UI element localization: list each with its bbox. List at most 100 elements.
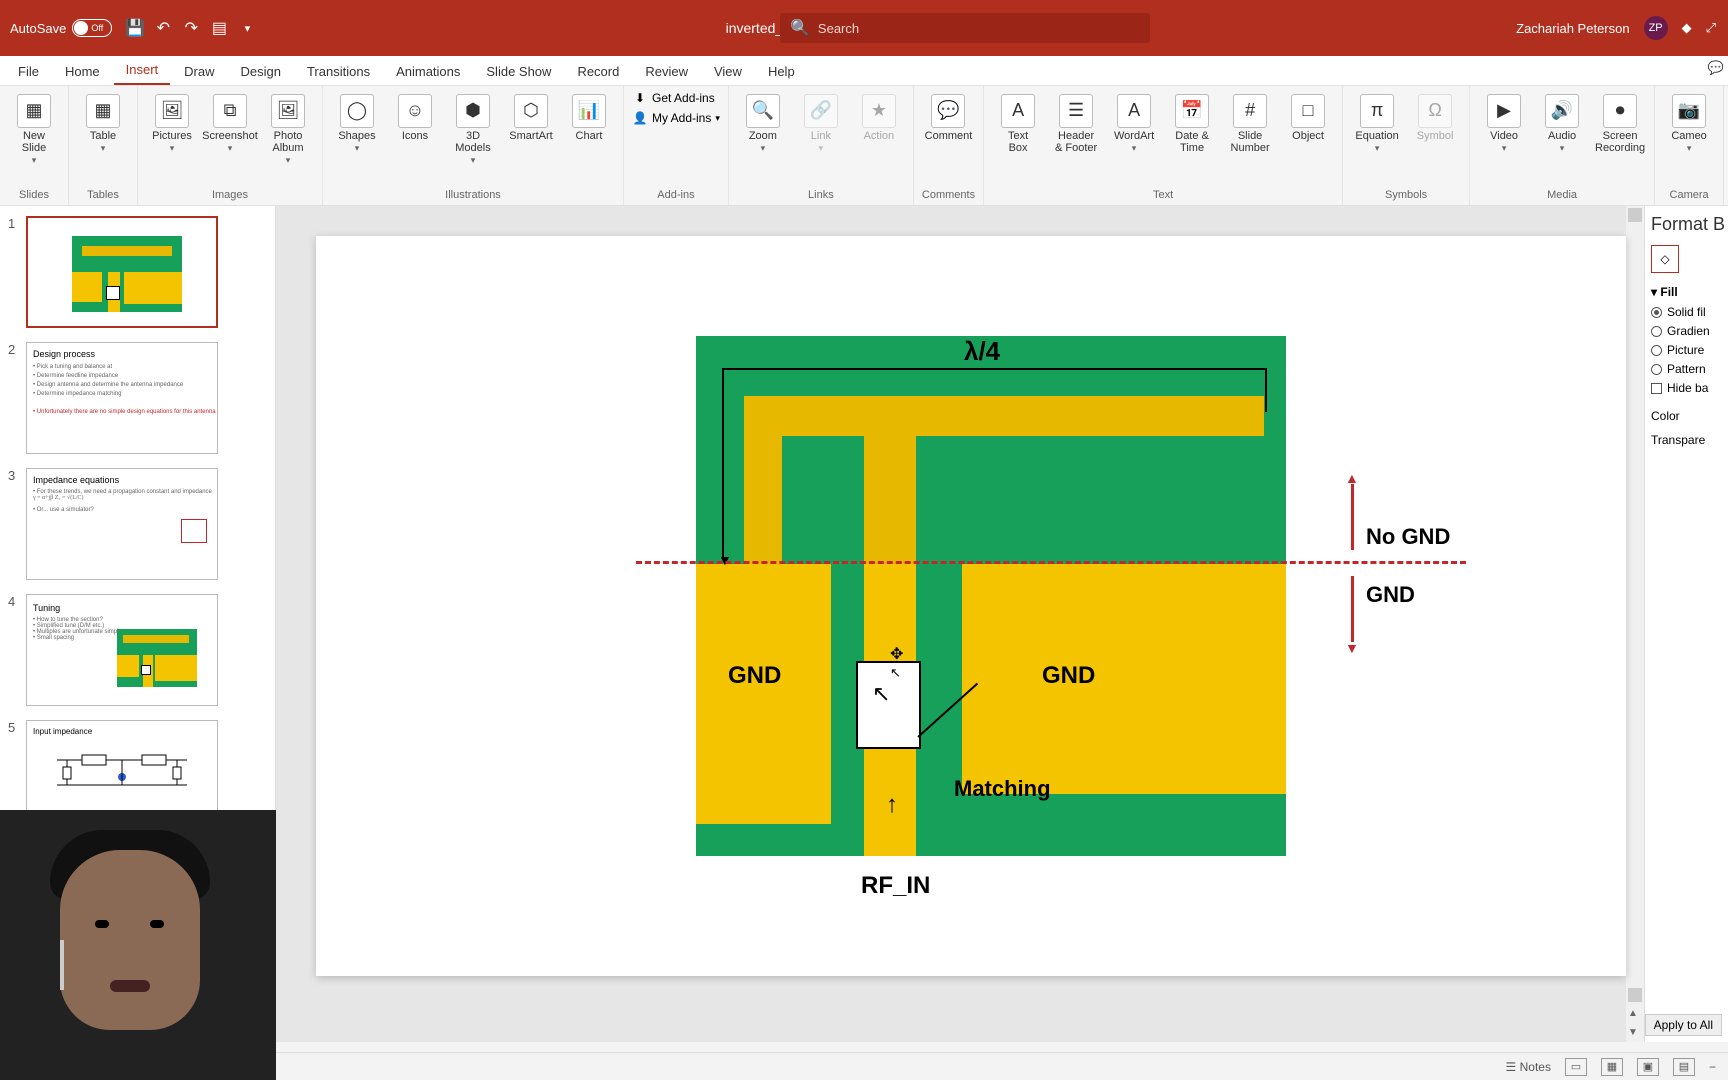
ribbon-group-text: ATextBox☰Header& FooterAWordArt▾📅Date &T… bbox=[984, 86, 1343, 205]
save-icon[interactable]: 💾 bbox=[126, 19, 144, 37]
slide-canvas[interactable]: ↖ ▼ λ/4 GND GND Matching ↑ RF bbox=[316, 236, 1626, 976]
link-icon: 🔗 bbox=[804, 94, 838, 128]
undo-icon[interactable]: ↶ bbox=[154, 19, 172, 37]
slide-thumbnail-1[interactable]: 1 bbox=[8, 216, 267, 328]
header-button[interactable]: ☰Header& Footer bbox=[1050, 90, 1102, 154]
tab-insert[interactable]: Insert bbox=[114, 56, 171, 85]
smartart-button[interactable]: ⬡SmartArt bbox=[505, 90, 557, 142]
action-button[interactable]: ★Action bbox=[853, 90, 905, 142]
transparency-row[interactable]: Transpare bbox=[1651, 433, 1722, 447]
ribbon-group-media: ▶Video▾🔊Audio▾⏺ScreenRecordingMedia bbox=[1470, 86, 1655, 205]
present-icon[interactable]: ▤ bbox=[210, 19, 228, 37]
tab-review[interactable]: Review bbox=[633, 58, 700, 85]
tab-design[interactable]: Design bbox=[229, 58, 293, 85]
slide-thumbnail-4[interactable]: 4Tuning• How to tune the section?• Simpl… bbox=[8, 594, 267, 706]
diamond-icon[interactable]: ◆ bbox=[1682, 20, 1692, 36]
link-button[interactable]: 🔗Link▾ bbox=[795, 90, 847, 154]
text-button[interactable]: ATextBox bbox=[992, 90, 1044, 154]
ribbon-tabs: File Home Insert Draw Design Transitions… bbox=[0, 56, 1728, 86]
slide-thumbnail-3[interactable]: 3Impedance equations• For these trends, … bbox=[8, 468, 267, 580]
group-label: Illustrations bbox=[445, 187, 501, 203]
redo-icon[interactable]: ↷ bbox=[182, 19, 200, 37]
vertical-scrollbar[interactable]: ▲ ▼ bbox=[1626, 206, 1644, 1042]
fill-gradient[interactable]: Gradien bbox=[1651, 324, 1722, 338]
zoom-out-icon[interactable]: − bbox=[1709, 1060, 1716, 1074]
next-slide-icon[interactable]: ▼ bbox=[1628, 1027, 1642, 1038]
notes-button[interactable]: ☰ Notes bbox=[1506, 1060, 1551, 1074]
no-gnd-arrow bbox=[1351, 484, 1354, 550]
hide-bg[interactable]: Hide ba bbox=[1651, 381, 1722, 395]
audio-button[interactable]: 🔊Audio▾ bbox=[1536, 90, 1588, 154]
antenna-horizontal bbox=[744, 396, 1264, 436]
tab-view[interactable]: View bbox=[702, 58, 754, 85]
table-icon: ▦ bbox=[86, 94, 120, 128]
photo-button[interactable]: 🖼PhotoAlbum▾ bbox=[262, 90, 314, 166]
fill-solid[interactable]: Solid fil bbox=[1651, 305, 1722, 319]
fill-picture[interactable]: Picture bbox=[1651, 343, 1722, 357]
photo-icon: 🖼 bbox=[271, 94, 305, 128]
chart-button[interactable]: 📊Chart bbox=[563, 90, 615, 142]
gnd-plane-right bbox=[962, 564, 1286, 794]
prev-slide-icon[interactable]: ▲ bbox=[1628, 1008, 1642, 1019]
object-button[interactable]: □Object bbox=[1282, 90, 1334, 142]
icons-icon: ☺ bbox=[398, 94, 432, 128]
antenna-vertical-feed bbox=[864, 431, 916, 566]
autosave-control[interactable]: AutoSave Off bbox=[10, 19, 112, 37]
group-label: Add-ins bbox=[657, 187, 694, 203]
pictures-button[interactable]: 🖼Pictures▾ bbox=[146, 90, 198, 154]
screenshot-button[interactable]: ⧉Screenshot▾ bbox=[204, 90, 256, 154]
fill-pattern[interactable]: Pattern bbox=[1651, 362, 1722, 376]
shapes-button[interactable]: ◯Shapes▾ bbox=[331, 90, 383, 154]
comments-toggle-icon[interactable]: 💬 bbox=[1708, 60, 1724, 76]
pcb-board: ↖ ▼ λ/4 GND GND Matching ↑ bbox=[696, 336, 1286, 856]
ribbon-options-icon[interactable]: ⤢ bbox=[1706, 20, 1716, 36]
search-input[interactable]: 🔍 Search bbox=[780, 13, 1150, 43]
ribbon-group-comments: 💬CommentComments bbox=[914, 86, 984, 205]
screen-icon: ⏺ bbox=[1603, 94, 1637, 128]
table-button[interactable]: ▦Table▾ bbox=[77, 90, 129, 154]
tab-animations[interactable]: Animations bbox=[384, 58, 472, 85]
symbol-button[interactable]: ΩSymbol bbox=[1409, 90, 1461, 142]
tab-file[interactable]: File bbox=[6, 58, 51, 85]
icons-button[interactable]: ☺Icons bbox=[389, 90, 441, 142]
autosave-toggle[interactable]: Off bbox=[72, 19, 112, 37]
slideshow-view-icon[interactable]: ▤ bbox=[1673, 1058, 1695, 1076]
fill-tab-icon[interactable]: ◇ bbox=[1651, 245, 1679, 273]
tab-help[interactable]: Help bbox=[756, 58, 807, 85]
tab-draw[interactable]: Draw bbox=[172, 58, 226, 85]
my-add-ins-button[interactable]: 👤My Add-ins ▾ bbox=[632, 110, 720, 126]
group-label: Links bbox=[808, 187, 834, 203]
object-icon: □ bbox=[1291, 94, 1325, 128]
3d-button[interactable]: ⬢3DModels▾ bbox=[447, 90, 499, 166]
get-add-ins-button[interactable]: ⬇Get Add-ins bbox=[632, 90, 720, 106]
tab-record[interactable]: Record bbox=[565, 58, 631, 85]
tab-transitions[interactable]: Transitions bbox=[295, 58, 382, 85]
video-button[interactable]: ▶Video▾ bbox=[1478, 90, 1530, 154]
comment-button[interactable]: 💬Comment bbox=[922, 90, 974, 142]
equation-button[interactable]: πEquation▾ bbox=[1351, 90, 1403, 154]
slide-editor[interactable]: ▲ ▼ ↖ ▼ bbox=[276, 206, 1644, 1042]
apply-to-all-button[interactable]: Apply to All bbox=[1645, 1014, 1722, 1036]
tab-slideshow[interactable]: Slide Show bbox=[474, 58, 563, 85]
zoom-button[interactable]: 🔍Zoom▾ bbox=[737, 90, 789, 154]
tab-home[interactable]: Home bbox=[53, 58, 112, 85]
user-name[interactable]: Zachariah Peterson bbox=[1516, 21, 1629, 36]
group-label: Symbols bbox=[1385, 187, 1427, 203]
fill-section-header[interactable]: ▾ Fill bbox=[1651, 285, 1722, 299]
ribbon-group-illustrations: ◯Shapes▾☺Icons⬢3DModels▾⬡SmartArt📊Chart I… bbox=[323, 86, 624, 205]
color-row[interactable]: Color bbox=[1651, 409, 1722, 423]
slide-thumbnail-2[interactable]: 2Design process• Pick a tuning and balan… bbox=[8, 342, 267, 454]
normal-view-icon[interactable]: ▭ bbox=[1565, 1058, 1587, 1076]
cameo-button[interactable]: 📷Cameo▾ bbox=[1663, 90, 1715, 154]
date--button[interactable]: 📅Date &Time bbox=[1166, 90, 1218, 154]
sorter-view-icon[interactable]: ▦ bbox=[1601, 1058, 1623, 1076]
new-button[interactable]: ▦NewSlide▾ bbox=[8, 90, 60, 166]
reading-view-icon[interactable]: ▣ bbox=[1637, 1058, 1659, 1076]
qat-more-icon[interactable]: ▾ bbox=[238, 19, 256, 37]
screen-button[interactable]: ⏺ScreenRecording bbox=[1594, 90, 1646, 154]
avatar[interactable]: ZP bbox=[1644, 16, 1668, 40]
wordart-button[interactable]: AWordArt▾ bbox=[1108, 90, 1160, 154]
group-label: Text bbox=[1153, 187, 1173, 203]
shapes-icon: ◯ bbox=[340, 94, 374, 128]
slide-button[interactable]: #SlideNumber bbox=[1224, 90, 1276, 154]
